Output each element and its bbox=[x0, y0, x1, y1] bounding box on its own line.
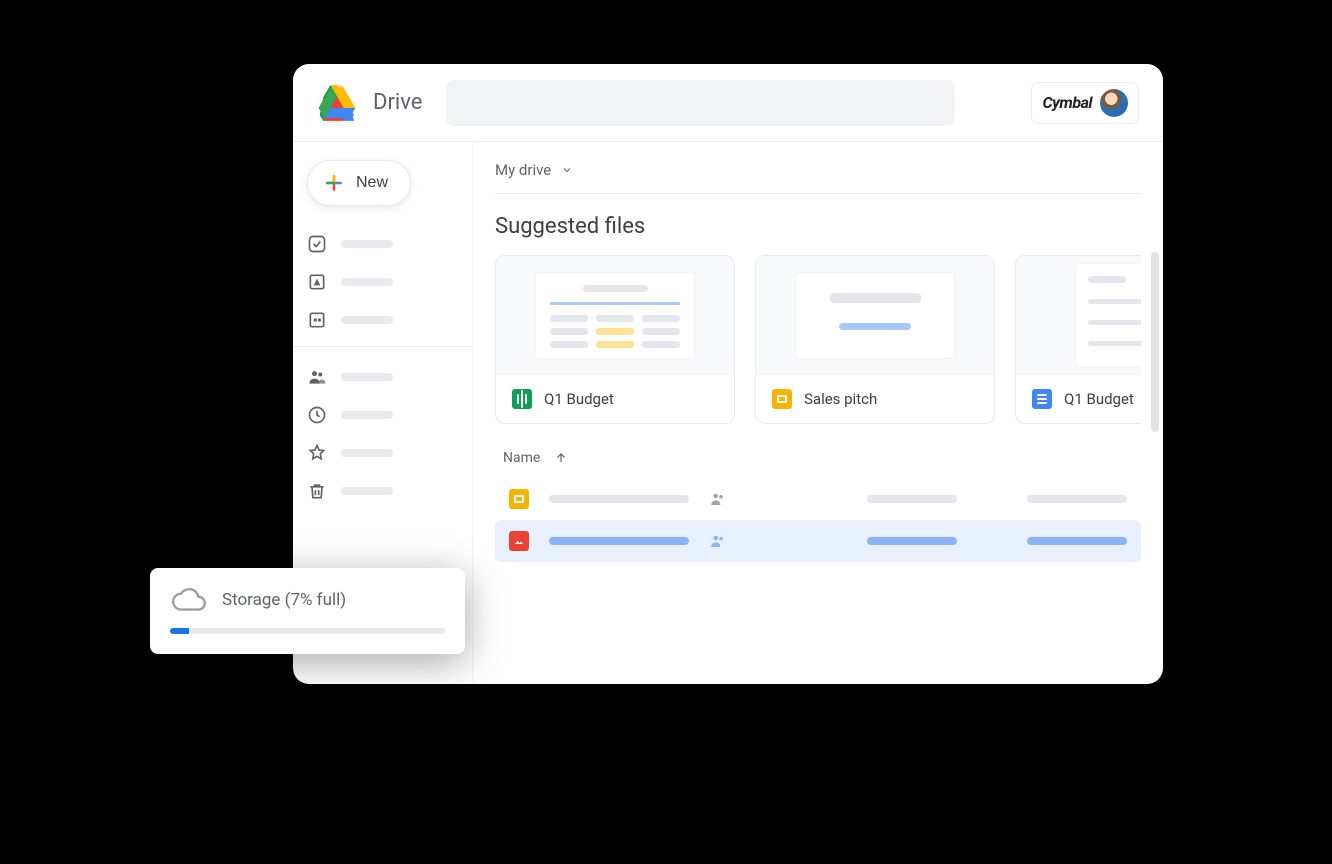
clock-icon bbox=[307, 405, 327, 425]
sidebar-item-label bbox=[341, 487, 393, 495]
cloud-icon bbox=[170, 586, 208, 614]
divider bbox=[495, 193, 1141, 194]
table-header[interactable]: Name bbox=[495, 450, 1141, 478]
drive-logo-icon bbox=[317, 83, 357, 123]
sidebar-item-mydrive[interactable] bbox=[307, 266, 458, 298]
file-card[interactable]: Q1 Budget bbox=[495, 255, 735, 424]
file-name: Sales pitch bbox=[804, 390, 877, 408]
column-name: Name bbox=[503, 450, 540, 466]
drive-triangle-icon bbox=[307, 272, 327, 292]
sidebar-item-shareddrives[interactable] bbox=[307, 304, 458, 336]
app-title: Drive bbox=[373, 90, 422, 115]
cell-placeholder bbox=[549, 537, 689, 545]
sidebar-item-label bbox=[341, 449, 393, 457]
docs-icon bbox=[1032, 389, 1052, 409]
sidebar-item-label bbox=[341, 240, 393, 248]
people-icon bbox=[709, 490, 727, 508]
file-card[interactable]: Q1 Budget bbox=[1015, 255, 1141, 424]
file-name: Q1 Budget bbox=[1064, 390, 1134, 408]
file-preview bbox=[496, 256, 734, 374]
header: Drive Cymbal bbox=[293, 64, 1163, 142]
sidebar-item-starred[interactable] bbox=[307, 437, 458, 469]
chevron-down-icon bbox=[561, 164, 573, 176]
sidebar-item-shared[interactable] bbox=[307, 361, 458, 393]
new-button[interactable]: New bbox=[307, 160, 411, 206]
storage-progress-fill bbox=[170, 628, 189, 634]
trash-icon bbox=[307, 481, 327, 501]
sidebar-item-recent[interactable] bbox=[307, 399, 458, 431]
storage-label: Storage (7% full) bbox=[222, 590, 346, 610]
workspace-brand[interactable]: Cymbal bbox=[1031, 82, 1139, 124]
cell-placeholder bbox=[549, 495, 689, 503]
people-icon bbox=[307, 367, 327, 387]
file-preview bbox=[1016, 256, 1141, 374]
arrow-up-icon bbox=[554, 451, 568, 465]
breadcrumb-label: My drive bbox=[495, 161, 551, 179]
sidebar-item-label bbox=[341, 316, 393, 324]
scrollbar[interactable] bbox=[1151, 252, 1159, 432]
sidebar-item-priority[interactable] bbox=[307, 228, 458, 260]
sidebar-item-label bbox=[341, 373, 393, 381]
new-button-label: New bbox=[356, 174, 388, 192]
shared-drive-icon bbox=[307, 310, 327, 330]
sidebar-item-trash[interactable] bbox=[307, 475, 458, 507]
table-row[interactable] bbox=[495, 520, 1141, 562]
file-preview bbox=[756, 256, 994, 374]
plus-icon bbox=[324, 173, 344, 193]
cell-placeholder bbox=[1027, 537, 1127, 545]
check-square-icon bbox=[307, 234, 327, 254]
sidebar-divider bbox=[293, 346, 472, 347]
file-name: Q1 Budget bbox=[544, 390, 614, 408]
search-input[interactable] bbox=[446, 80, 955, 126]
people-icon bbox=[709, 532, 727, 550]
star-icon bbox=[307, 443, 327, 463]
cell-placeholder bbox=[1027, 495, 1127, 503]
cell-placeholder bbox=[867, 495, 957, 503]
brand-name: Cymbal bbox=[1042, 93, 1092, 112]
cell-placeholder bbox=[867, 537, 957, 545]
storage-card[interactable]: Storage (7% full) bbox=[150, 568, 465, 654]
table-row[interactable] bbox=[495, 478, 1141, 520]
section-title: Suggested files bbox=[495, 214, 1141, 239]
image-icon bbox=[509, 531, 529, 551]
file-card[interactable]: Sales pitch bbox=[755, 255, 995, 424]
slides-icon bbox=[772, 389, 792, 409]
avatar[interactable] bbox=[1100, 89, 1128, 117]
sidebar-item-label bbox=[341, 411, 393, 419]
sidebar-item-label bbox=[341, 278, 393, 286]
sheets-icon bbox=[512, 389, 532, 409]
breadcrumb[interactable]: My drive bbox=[495, 161, 573, 193]
storage-progress bbox=[170, 628, 445, 634]
suggested-files-row: Q1 Budget Sales pitch bbox=[495, 255, 1141, 424]
slides-icon bbox=[509, 489, 529, 509]
main-content: My drive Suggested files bbox=[473, 142, 1163, 684]
